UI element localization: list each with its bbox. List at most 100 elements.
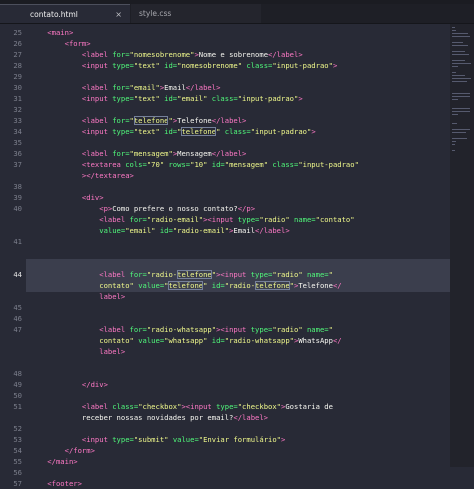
minimap-line	[452, 132, 466, 133]
code-token: <div>	[30, 193, 104, 202]
code-token: <input	[30, 94, 113, 103]
code-token: "mensagem"	[129, 149, 173, 158]
code-token: </div>	[30, 380, 108, 389]
code-token: <label	[30, 50, 113, 59]
code-line[interactable]: <label for="nomesobrenome">Nome e sobren…	[30, 49, 450, 60]
code-token: Telefone	[177, 116, 212, 125]
code-token: <textarea	[30, 160, 126, 169]
code-line[interactable]: </div>	[30, 379, 450, 390]
tab-contato-html[interactable]: contato.html ×	[0, 4, 130, 23]
code-line[interactable]	[30, 247, 450, 258]
line-number: 45	[13, 303, 22, 312]
code-line[interactable]: <input type="text" id="email" class="inp…	[30, 93, 450, 104]
code-line[interactable]	[30, 390, 450, 401]
code-token: type=	[112, 94, 134, 103]
code-line[interactable]: contato" value="whatsapp" id="radio-what…	[30, 335, 450, 346]
code-line[interactable]	[30, 236, 450, 247]
minimap-line	[452, 96, 470, 97]
code-line[interactable]: </main>	[30, 456, 450, 467]
code-line[interactable]: <textarea cols="70" rows="10" id="mensag…	[30, 159, 450, 170]
code-line[interactable]	[30, 313, 450, 324]
code-line[interactable]: label>	[30, 346, 450, 357]
code-line[interactable]	[30, 71, 450, 82]
code-line[interactable]	[30, 357, 450, 368]
code-token: "mensagem"	[224, 160, 273, 169]
code-token: rows=	[168, 160, 191, 169]
code-token: "email"	[177, 94, 212, 103]
code-token: </label>	[211, 149, 247, 158]
line-number: 47	[13, 325, 22, 334]
minimap-line	[452, 123, 457, 124]
code-line[interactable]: <p>Como prefere o nosso contato?</p>	[30, 203, 450, 214]
code-line[interactable]	[30, 104, 450, 115]
code-line[interactable]: <label for="email">Email</label>	[30, 82, 450, 93]
code-line[interactable]: <input type="text" id="nomesobrenome" cl…	[30, 60, 450, 71]
minimap-line	[452, 33, 468, 34]
code-line[interactable]: <form>	[30, 38, 450, 49]
code-line[interactable]	[30, 423, 450, 434]
code-line[interactable]	[30, 258, 450, 269]
line-number: 44	[13, 270, 22, 279]
code-line[interactable]: receber nossas novidades por email?</lab…	[30, 412, 450, 423]
code-token: value=	[30, 226, 126, 235]
code-token: "70"	[146, 160, 169, 169]
code-line[interactable]	[30, 302, 450, 313]
line-number	[0, 225, 22, 236]
search-match: telefone	[177, 270, 212, 279]
code-token: <label	[30, 270, 130, 279]
code-line[interactable]: <label for="mensagem">Mensagem</label>	[30, 148, 450, 159]
minimap-line	[452, 30, 456, 31]
code-token: ><input	[216, 270, 251, 279]
code-token: <input	[30, 127, 113, 136]
code-token: receber nossas novidades por email?	[30, 413, 234, 422]
close-icon[interactable]: ×	[115, 5, 122, 23]
code-line[interactable]: <div>	[30, 192, 450, 203]
code-line[interactable]: <label for="radio-whatsapp"><input type=…	[30, 324, 450, 335]
code-line[interactable]	[30, 467, 450, 478]
code-line[interactable]	[30, 137, 450, 148]
line-number-gutter: 25 26 27 28 29 30 31 32 33 34 35 36 37 38 39 40 41 44 45 46…	[0, 24, 26, 488]
code-line[interactable]: contato" value="telefone" id="radio-tele…	[30, 280, 450, 291]
line-number: 57	[13, 479, 22, 488]
tab-style-css[interactable]: style.css	[131, 4, 261, 23]
code-line[interactable]: <input type="text" id="telefone" class="…	[30, 126, 450, 137]
line-number	[0, 170, 22, 181]
line-number: 36	[13, 149, 22, 158]
code-line[interactable]: <main>	[30, 27, 450, 38]
minimap-line	[452, 45, 468, 46]
code-line[interactable]: value="email" id="radio-email">Email</la…	[30, 225, 450, 236]
code-token: >	[332, 61, 338, 70]
code-token: Nome e sobrenome	[198, 50, 269, 59]
code-line[interactable]	[30, 181, 450, 192]
code-token: type=	[250, 325, 273, 334]
code-token: "input-padrao"	[250, 127, 312, 136]
code-token: <p>	[30, 204, 113, 213]
code-token: class=	[211, 94, 238, 103]
code-line[interactable]: <label for="radio-telefone " ><input type=…	[30, 269, 450, 280]
code-line[interactable]: label>	[30, 291, 450, 302]
code-token: type=	[112, 127, 134, 136]
code-token: "nomesobrenome"	[129, 50, 195, 59]
code-line[interactable]: <footer>	[30, 478, 450, 489]
code-token: Mensagem	[177, 149, 212, 158]
code-token: class=	[112, 402, 139, 411]
code-token: "text"	[133, 61, 165, 70]
code-token: id=	[164, 94, 178, 103]
code-line[interactable]: <input type="submit" value="Enviar formu…	[30, 434, 450, 445]
line-number: 39	[13, 193, 22, 202]
line-number	[0, 280, 22, 291]
line-number	[0, 291, 22, 302]
line-number: 25	[13, 28, 22, 37]
code-token: </label>	[255, 226, 290, 235]
code-token: for=	[112, 83, 130, 92]
minimap[interactable]	[450, 24, 474, 467]
code-line[interactable]	[30, 368, 450, 379]
code-token: value=	[172, 435, 199, 444]
code-token: <label	[30, 215, 130, 224]
code-line[interactable]: ></textarea>	[30, 170, 450, 181]
code-line[interactable]: <label class="checkbox"><input type="che…	[30, 401, 450, 412]
code-token: Email	[164, 83, 186, 92]
code-line[interactable]: <label for="telefone">Telefone</label>	[30, 115, 450, 126]
code-line[interactable]: </form>	[30, 445, 450, 456]
code-line[interactable]: <label for="radio-email"><input type="ra…	[30, 214, 450, 225]
